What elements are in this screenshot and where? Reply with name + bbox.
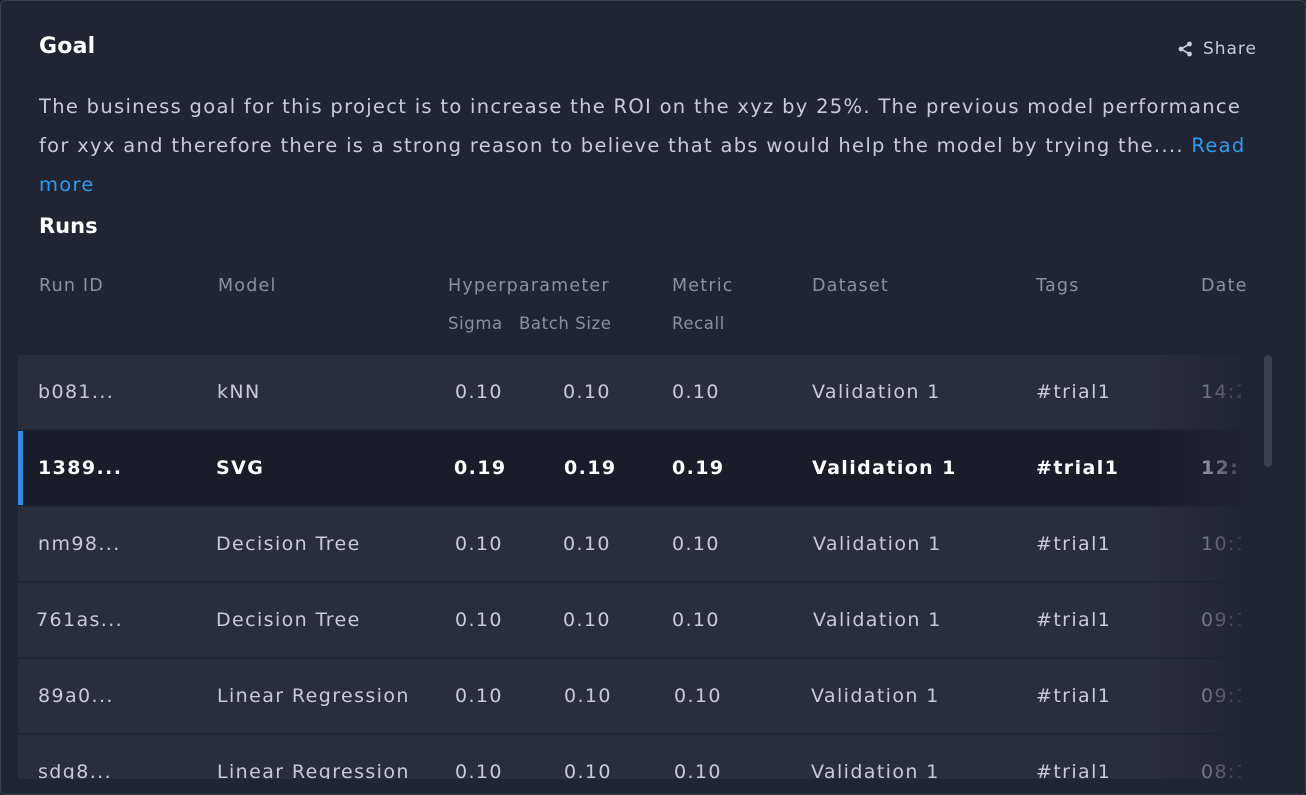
cell-tags: #trial1 [1036,685,1112,707]
cell-date: 10:1 [1201,533,1241,555]
cell-sigma: 0.10 [455,533,503,555]
goal-title: Goal [39,34,96,59]
runs-title: Runs [39,214,98,238]
cell-sigma: 0.19 [454,457,507,479]
cell-batch-size: 0.10 [563,609,611,631]
goal-description: The business goal for this project is to… [39,87,1271,204]
cell-date: 14:2 [1201,381,1241,403]
cell-date: 09:1 [1201,609,1241,631]
cell-batch-size: 0.19 [564,457,617,479]
table-row[interactable]: 761as... Decision Tree 0.10 0.10 0.10 Va… [18,583,1241,657]
header-date[interactable]: Date [1201,276,1247,296]
cell-sigma: 0.10 [455,685,503,707]
header-recall[interactable]: Recall [672,314,725,333]
cell-model: Decision Tree [216,609,361,631]
cell-date: 09:1 [1201,685,1241,707]
table-row[interactable]: sdg8... Linear Regression 0.10 0.10 0.10… [18,735,1241,779]
header-model[interactable]: Model [218,276,277,296]
cell-run-id: 761as... [36,609,124,631]
cell-recall: 0.10 [672,381,720,403]
header-run-id[interactable]: Run ID [39,276,104,296]
cell-run-id: 89a0... [38,685,114,707]
cell-sigma: 0.10 [455,609,503,631]
header-hyperparameter: Hyperparameter [448,276,610,296]
share-label: Share [1202,39,1257,59]
cell-run-id: nm98... [38,533,121,555]
cell-model: Linear Regression [217,761,410,779]
cell-run-id: sdg8... [38,761,113,779]
cell-batch-size: 0.10 [563,533,611,555]
cell-recall: 0.19 [672,457,725,479]
cell-tags: #trial1 [1036,609,1112,631]
cell-run-id: b081... [38,381,115,403]
header-tags[interactable]: Tags [1036,276,1080,296]
header-metric: Metric [672,276,734,296]
cell-recall: 0.10 [674,761,722,779]
cell-tags: #trial1 [1036,457,1120,479]
table-row[interactable]: 89a0... Linear Regression 0.10 0.10 0.10… [18,659,1241,733]
header-sigma[interactable]: Sigma [448,314,503,333]
cell-dataset: Validation 1 [812,457,957,479]
cell-recall: 0.10 [674,685,722,707]
table-row-selected[interactable]: 1389... SVG 0.19 0.19 0.19 Validation 1 … [18,431,1241,505]
table-row[interactable]: nm98... Decision Tree 0.10 0.10 0.10 Val… [18,507,1241,581]
header-batch-size[interactable]: Batch Size [519,314,612,333]
cell-dataset: Validation 1 [811,761,940,779]
cell-recall: 0.10 [672,609,720,631]
cell-sigma: 0.10 [455,381,503,403]
cell-dataset: Validation 1 [812,381,941,403]
cell-model: Decision Tree [216,533,361,555]
cell-dataset: Validation 1 [813,533,942,555]
table-row[interactable]: b081... kNN 0.10 0.10 0.10 Validation 1 … [18,355,1241,429]
share-icon [1178,41,1193,57]
cell-date: 08:1 [1201,761,1241,779]
runs-table: b081... kNN 0.10 0.10 0.10 Validation 1 … [18,355,1241,779]
cell-tags: #trial1 [1036,533,1112,555]
cell-model: SVG [216,457,265,479]
cell-model: Linear Regression [217,685,410,707]
cell-batch-size: 0.10 [564,685,612,707]
cell-model: kNN [217,381,261,403]
cell-date: 12:1 [1201,457,1241,479]
header-dataset[interactable]: Dataset [812,276,889,296]
cell-run-id: 1389... [38,457,123,479]
share-button[interactable]: Share [1178,39,1257,59]
cell-batch-size: 0.10 [563,381,611,403]
cell-recall: 0.10 [672,533,720,555]
cell-batch-size: 0.10 [564,761,612,779]
cell-dataset: Validation 1 [813,609,942,631]
selected-row-indicator [18,431,23,505]
project-panel: Goal Share The business goal for this pr… [0,0,1306,795]
cell-sigma: 0.10 [455,761,503,779]
cell-dataset: Validation 1 [811,685,940,707]
cell-tags: #trial1 [1036,761,1112,779]
goal-description-text: The business goal for this project is to… [39,95,1242,157]
vertical-scrollbar-thumb[interactable] [1264,355,1272,467]
cell-tags: #trial1 [1036,381,1112,403]
